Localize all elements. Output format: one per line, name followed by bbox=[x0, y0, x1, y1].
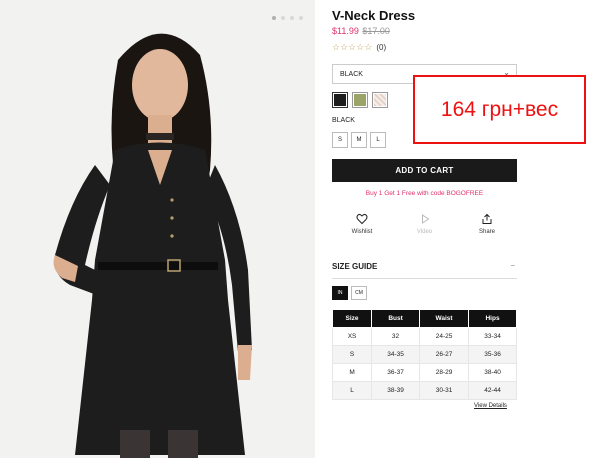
table-cell: M bbox=[331, 363, 373, 382]
column-header: Size bbox=[331, 309, 373, 328]
size-chart-table: Size Bust Waist Hips XS 32 24-25 33-34 S… bbox=[331, 309, 517, 400]
size-m-button[interactable]: M bbox=[351, 132, 367, 148]
swatch-black[interactable] bbox=[332, 92, 348, 108]
gallery-dot[interactable] bbox=[290, 16, 294, 20]
video-label: Video bbox=[416, 229, 433, 235]
wishlist-label: Wishlist bbox=[351, 229, 373, 235]
product-photo[interactable] bbox=[0, 0, 315, 458]
gallery-dot[interactable] bbox=[281, 16, 285, 20]
collapse-icon[interactable]: − bbox=[510, 261, 515, 270]
selected-color-label: BLACK bbox=[332, 117, 355, 124]
unit-toggle: IN CM bbox=[332, 286, 367, 300]
table-cell: 38-39 bbox=[371, 381, 420, 400]
table-cell: XS bbox=[331, 327, 373, 346]
heart-icon bbox=[356, 213, 368, 225]
size-guide-title: SIZE GUIDE bbox=[332, 262, 378, 271]
table-cell: 38-40 bbox=[468, 363, 517, 382]
star-rating-icon: ☆☆☆☆☆ bbox=[332, 42, 373, 52]
table-cell: 36-37 bbox=[371, 363, 420, 382]
size-options: S M L bbox=[332, 132, 386, 148]
size-s-button[interactable]: S bbox=[332, 132, 348, 148]
share-icon bbox=[482, 213, 492, 224]
table-cell: 33-34 bbox=[468, 327, 517, 346]
table-row: M 36-37 28-29 38-40 bbox=[331, 363, 517, 382]
column-header: Waist bbox=[418, 309, 470, 328]
table-cell: 32 bbox=[371, 327, 420, 346]
product-actions: Wishlist Video Share bbox=[332, 213, 517, 235]
rating[interactable]: ☆☆☆☆☆ (0) bbox=[332, 42, 386, 53]
size-guide-header[interactable]: SIZE GUIDE − bbox=[332, 261, 517, 279]
unit-cm-button[interactable]: CM bbox=[351, 286, 367, 300]
size-l-button[interactable]: L bbox=[370, 132, 386, 148]
color-swatches bbox=[332, 92, 388, 108]
table-cell: 24-25 bbox=[418, 327, 470, 346]
model-illustration bbox=[0, 0, 315, 458]
swatch-olive[interactable] bbox=[352, 92, 368, 108]
price-row: $11.99 $17.00 bbox=[332, 26, 390, 36]
wishlist-button[interactable]: Wishlist bbox=[347, 213, 377, 235]
column-header: Bust bbox=[371, 309, 420, 328]
share-label: Share bbox=[478, 229, 495, 235]
table-header-row: Size Bust Waist Hips bbox=[331, 309, 517, 328]
table-row: L 38-39 30-31 42-44 bbox=[331, 381, 517, 400]
product-title: V-Neck Dress bbox=[332, 8, 416, 23]
table-row: XS 32 24-25 33-34 bbox=[331, 327, 517, 346]
play-icon bbox=[421, 214, 429, 224]
column-header: Hips bbox=[468, 309, 517, 328]
review-count: (0) bbox=[376, 43, 387, 52]
add-to-cart-button[interactable]: ADD TO CART bbox=[332, 159, 517, 182]
gallery-dot[interactable] bbox=[272, 16, 276, 20]
video-button[interactable]: Video bbox=[410, 213, 440, 235]
price-annotation: 164 грн+вес bbox=[413, 75, 586, 144]
view-details-link[interactable]: View Details bbox=[474, 403, 507, 409]
table-cell: L bbox=[331, 381, 373, 400]
unit-in-button[interactable]: IN bbox=[332, 286, 348, 300]
promo-text: Buy 1 Get 1 Free with code BOGOFREE bbox=[365, 190, 484, 197]
color-select-value: BLACK bbox=[340, 70, 363, 78]
original-price: $17.00 bbox=[362, 26, 390, 36]
table-row: S 34-35 26-27 35-36 bbox=[331, 345, 517, 364]
swatch-pattern[interactable] bbox=[372, 92, 388, 108]
gallery-dot[interactable] bbox=[299, 16, 303, 20]
table-cell: 30-31 bbox=[418, 381, 470, 400]
share-button[interactable]: Share bbox=[472, 213, 502, 235]
table-cell: 35-36 bbox=[468, 345, 517, 364]
table-cell: 42-44 bbox=[468, 381, 517, 400]
gallery-dots bbox=[272, 16, 303, 20]
table-cell: 26-27 bbox=[418, 345, 470, 364]
sale-price: $11.99 bbox=[332, 26, 359, 36]
table-cell: 28-29 bbox=[418, 363, 470, 382]
table-cell: S bbox=[331, 345, 373, 364]
table-cell: 34-35 bbox=[371, 345, 420, 364]
